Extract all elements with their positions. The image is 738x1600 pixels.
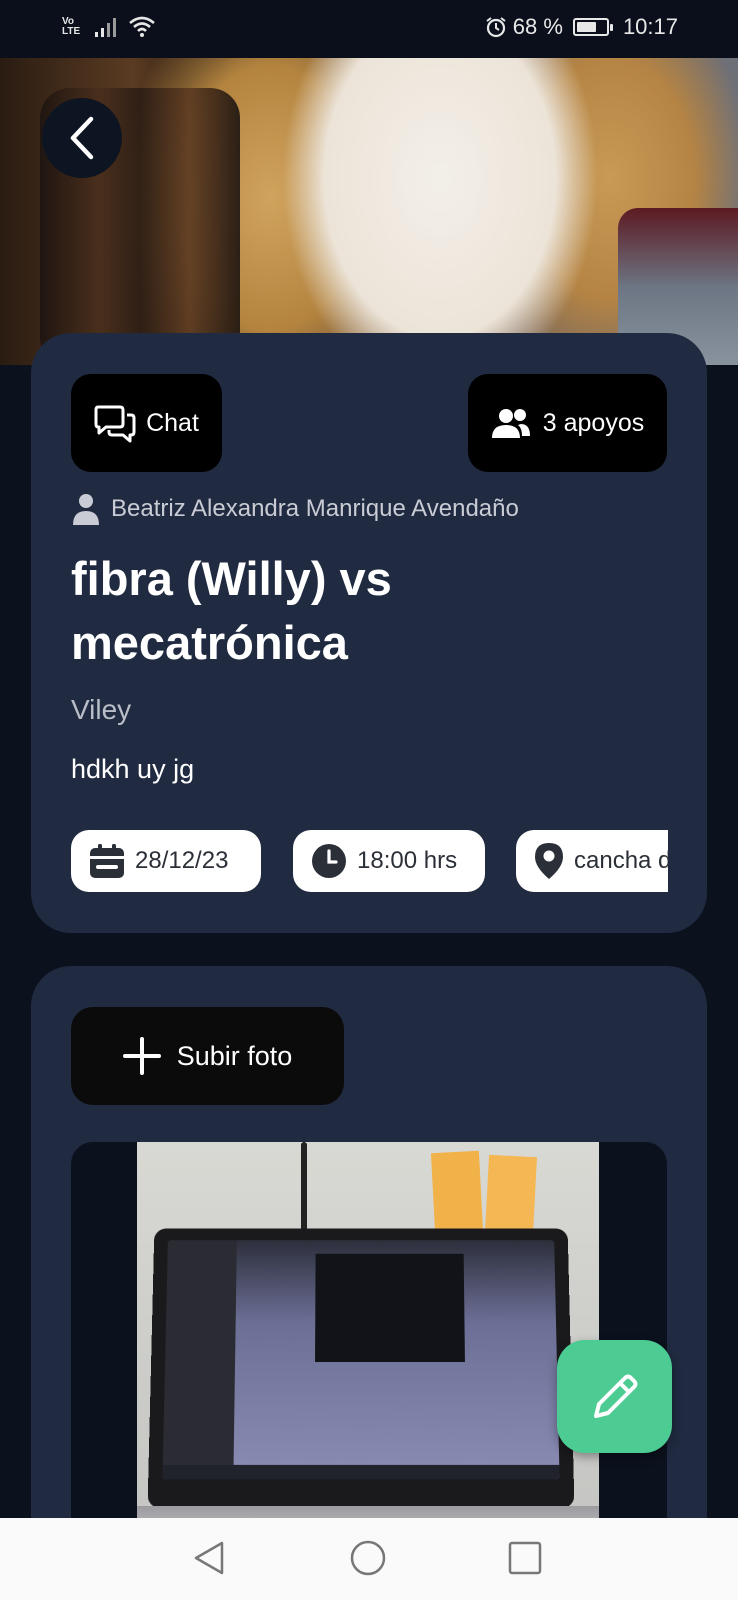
event-description: hdkh uy jg (71, 754, 194, 785)
event-chips: 28/12/23 18:00 hrs cancha de (71, 830, 668, 892)
wifi-icon (128, 16, 156, 38)
event-title: fibra (Willy) vs mecatrónica (71, 547, 651, 675)
header-photo (0, 58, 738, 365)
nav-home-icon[interactable] (348, 1538, 388, 1578)
uploaded-photo[interactable] (137, 1142, 599, 1542)
photo-cable (301, 1142, 307, 1232)
photos-card: Subir foto (31, 966, 707, 1566)
edit-fab[interactable] (557, 1340, 672, 1453)
nav-back-icon[interactable] (190, 1538, 230, 1578)
status-left: Vo LTE (62, 16, 156, 38)
photo-screen-taskbar (162, 1465, 559, 1479)
nav-recent-apps-icon[interactable] (505, 1538, 545, 1578)
clock: 10:17 (623, 14, 678, 40)
organizer: Beatriz Alexandra Manrique Avendaño (73, 493, 519, 525)
time-chip: 18:00 hrs (293, 830, 485, 892)
status-bar: Vo LTE 68 % 10:17 (0, 0, 738, 58)
photo-screen-code (315, 1254, 465, 1362)
back-button[interactable] (42, 98, 122, 178)
place-chip: cancha de (516, 830, 668, 892)
photo-laptop-screen (162, 1240, 559, 1479)
pencil-icon (588, 1370, 642, 1424)
battery-level (577, 22, 596, 32)
alarm-icon (485, 16, 507, 38)
plus-icon (123, 1037, 161, 1075)
supporters-button[interactable]: 3 apoyos (468, 374, 667, 472)
clock-icon (311, 843, 347, 879)
upload-photo-label: Subir foto (177, 1041, 293, 1072)
photo-screen-sidebar (162, 1240, 236, 1479)
place-label: cancha de (574, 847, 668, 875)
battery-icon (573, 18, 609, 36)
users-icon (491, 407, 531, 439)
photo-sticky-note (431, 1151, 483, 1233)
organizer-name: Beatriz Alexandra Manrique Avendaño (111, 495, 519, 523)
event-subtitle: Viley (71, 694, 131, 726)
status-right: 68 % 10:17 (485, 14, 678, 40)
chevron-left-icon (67, 115, 97, 161)
system-navigation-bar (0, 1518, 738, 1600)
signal-icon (94, 16, 118, 38)
upload-photo-button[interactable]: Subir foto (71, 1007, 344, 1105)
user-icon (73, 493, 99, 525)
calendar-icon (89, 843, 125, 879)
supporters-label: 3 apoyos (543, 409, 644, 438)
date-chip: 28/12/23 (71, 830, 261, 892)
photo-laptop (148, 1229, 575, 1508)
location-pin-icon (534, 842, 564, 880)
photo-sticky-note (485, 1155, 537, 1235)
event-card: Chat 3 apoyos Beatriz Alexandra Manrique… (31, 333, 707, 933)
chat-icon (94, 403, 136, 443)
volte-icon: Vo LTE (62, 17, 84, 37)
chat-label: Chat (146, 409, 199, 438)
chat-button[interactable]: Chat (71, 374, 222, 472)
time-label: 18:00 hrs (357, 847, 457, 875)
battery-percent: 68 % (513, 14, 563, 40)
date-label: 28/12/23 (135, 847, 228, 875)
